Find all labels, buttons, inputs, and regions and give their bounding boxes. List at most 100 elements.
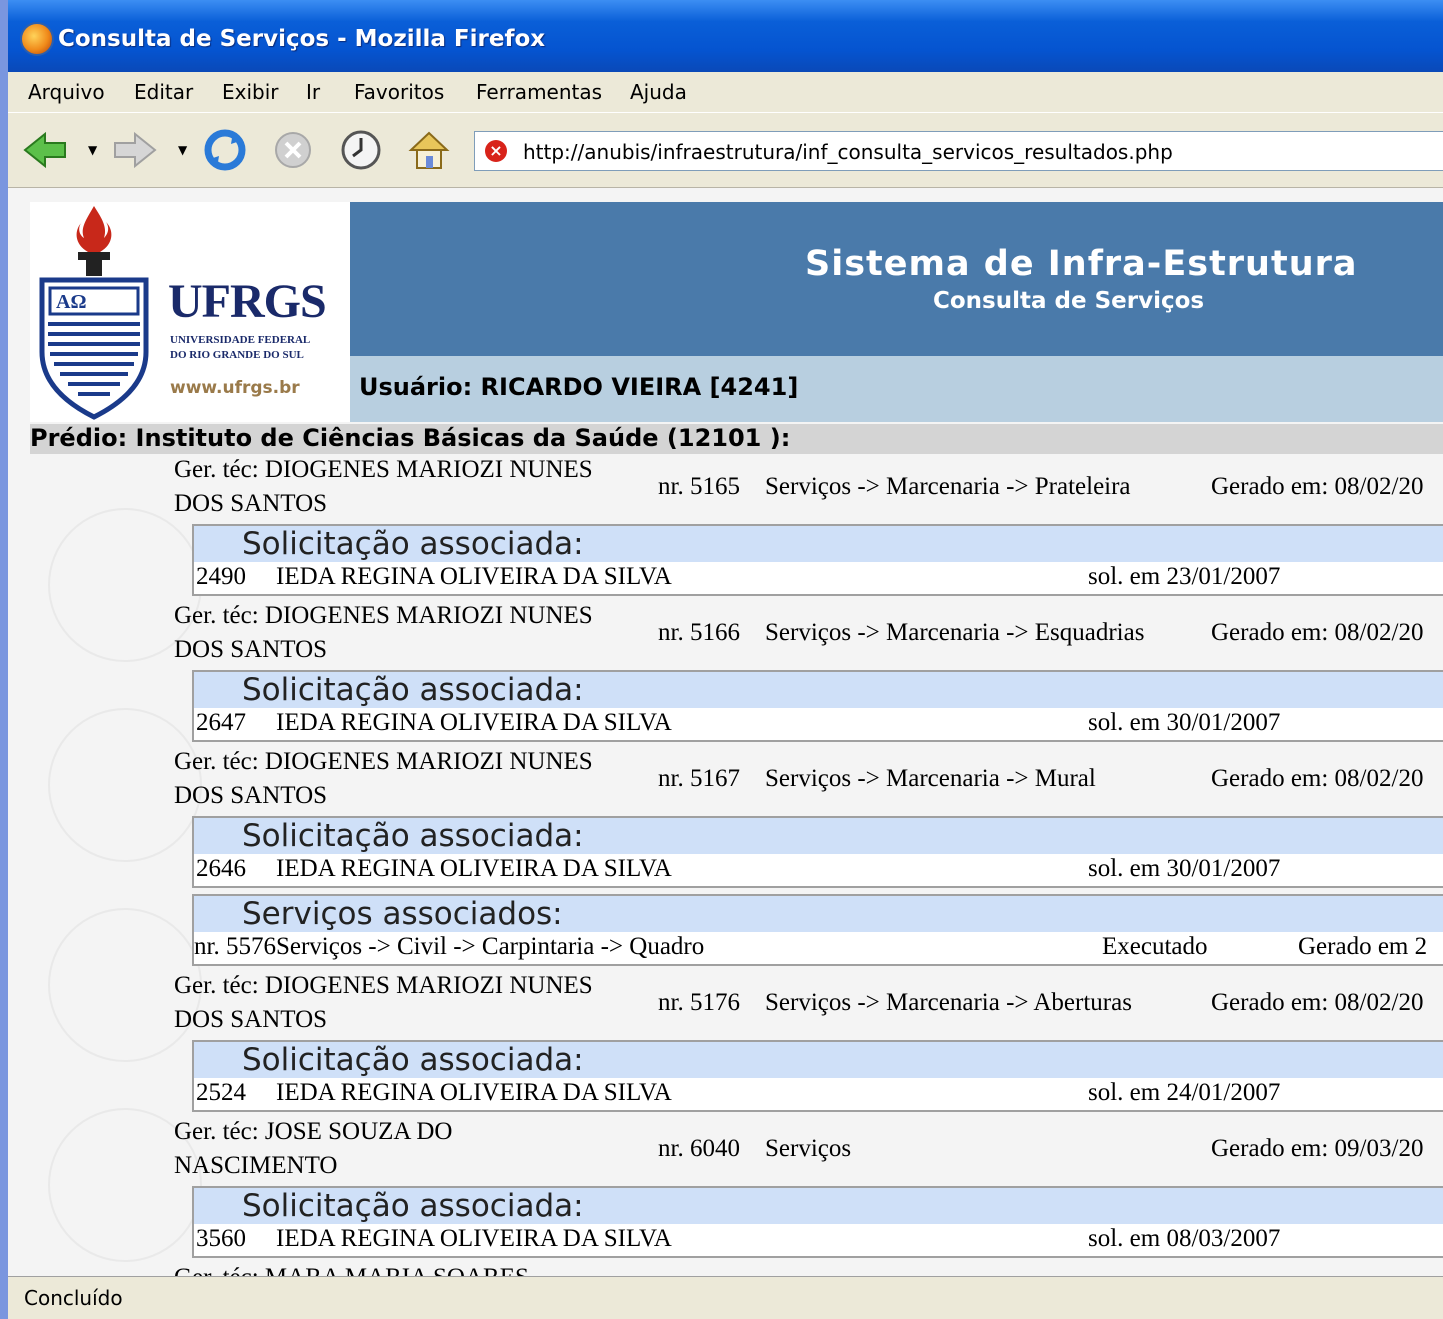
request-number: 2646 xyxy=(196,855,246,882)
service-path: Serviços -> Marcenaria -> Esquadrias xyxy=(765,619,1145,646)
system-title: Sistema de Infra-Estrutura xyxy=(805,244,1358,284)
error-icon: × xyxy=(485,140,507,162)
logo-name: UFRGS xyxy=(168,275,327,328)
associated-request-label: Solicitação associada: xyxy=(242,672,584,708)
associated-request-row[interactable]: 2647 IEDA REGINA OLIVEIRA DA SILVA sol. … xyxy=(194,708,1443,740)
associated-request-header: Solicitação associada: xyxy=(194,818,1443,854)
service-generated-date: Gerado em: 08/02/20 xyxy=(1211,989,1424,1016)
forward-dropdown-icon[interactable]: ▼ xyxy=(178,143,188,157)
associated-request-header: Solicitação associada: xyxy=(194,1042,1443,1078)
firefox-icon xyxy=(20,22,54,56)
window-title: Consulta de Serviços - Mozilla Firefox xyxy=(58,26,546,52)
menu-bar: Arquivo Editar Exibir Ir Favoritos Ferra… xyxy=(8,72,1443,113)
associated-request-row[interactable]: 2490 IEDA REGINA OLIVEIRA DA SILVA sol. … xyxy=(194,562,1443,594)
logo-line1: UNIVERSIDADE FEDERAL xyxy=(170,334,311,346)
associated-service-path: nr. 5576Serviços -> Civil -> Carpintaria… xyxy=(194,933,705,960)
menu-exibir[interactable]: Exibir xyxy=(222,80,279,104)
address-bar[interactable]: × http://anubis/infraestrutura/inf_consu… xyxy=(474,131,1443,171)
back-dropdown-icon[interactable]: ▼ xyxy=(88,143,98,157)
user-bar: Usuário: RICARDO VIEIRA [4241] xyxy=(350,356,1443,422)
technician-name-cont: NASCIMENTO xyxy=(174,1152,338,1179)
menu-favoritos[interactable]: Favoritos xyxy=(354,80,444,104)
service-path: Serviços -> Marcenaria -> Mural xyxy=(765,765,1096,792)
request-number: 3560 xyxy=(196,1225,246,1252)
svg-text:AΩ: AΩ xyxy=(56,291,86,313)
associated-request-label: Solicitação associada: xyxy=(242,818,584,854)
service-path: Serviços xyxy=(765,1135,852,1162)
technician-name: Ger. téc: DIOGENES MARIOZI NUNES xyxy=(174,972,593,999)
menu-ferramentas[interactable]: Ferramentas xyxy=(476,80,602,104)
ufrgs-logo: AΩ UFRGS UNIVERSIDADE FEDERAL DO RIO GRA… xyxy=(30,202,350,422)
requester-name: IEDA REGINA OLIVEIRA DA SILVA xyxy=(276,1225,672,1252)
service-generated-date: Gerado em: 09/03/20 xyxy=(1211,1135,1424,1162)
back-arrow-icon[interactable] xyxy=(22,127,68,173)
requester-name: IEDA REGINA OLIVEIRA DA SILVA xyxy=(276,855,672,882)
request-number: 2524 xyxy=(196,1079,246,1106)
associated-request-label: Solicitação associada: xyxy=(242,526,584,562)
menu-arquivo[interactable]: Arquivo xyxy=(28,80,105,104)
home-icon[interactable] xyxy=(406,127,452,173)
service-number[interactable]: nr. 5165 xyxy=(658,473,740,501)
service-generated-date: Gerado em: 08/02/20 xyxy=(1211,765,1424,792)
title-bar: Consulta de Serviços - Mozilla Firefox xyxy=(8,0,1443,72)
associated-services: Serviços associados: nr. 5576Serviços ->… xyxy=(192,894,1443,966)
associated-request: Solicitação associada: 2524 IEDA REGINA … xyxy=(192,1040,1443,1112)
logo-site: www.ufrgs.br xyxy=(170,378,300,398)
stop-icon[interactable] xyxy=(270,127,316,173)
menu-editar[interactable]: Editar xyxy=(134,80,193,104)
request-date: sol. em 24/01/2007 xyxy=(1088,1079,1281,1106)
service-path: Serviços -> Marcenaria -> Aberturas xyxy=(765,989,1132,1016)
associated-request-header: Solicitação associada: xyxy=(194,526,1443,562)
forward-arrow-icon[interactable] xyxy=(112,127,158,173)
service-generated-date: Gerado em: 08/02/20 xyxy=(1211,619,1424,646)
associated-request-row[interactable]: 3560 IEDA REGINA OLIVEIRA DA SILVA sol. … xyxy=(194,1224,1443,1256)
menu-ir[interactable]: Ir xyxy=(306,80,320,104)
request-date: sol. em 23/01/2007 xyxy=(1088,563,1281,590)
building-title: Prédio: Instituto de Ciências Básicas da… xyxy=(30,424,791,452)
associated-service-status: Executado xyxy=(1102,933,1208,960)
technician-name: Ger. téc: JOSE SOUZA DO xyxy=(174,1118,453,1145)
associated-request-label: Solicitação associada: xyxy=(242,1042,584,1078)
associated-request: Solicitação associada: 2646 IEDA REGINA … xyxy=(192,816,1443,888)
address-input[interactable]: http://anubis/infraestrutura/inf_consult… xyxy=(523,140,1173,164)
requester-name: IEDA REGINA OLIVEIRA DA SILVA xyxy=(276,1079,672,1106)
technician-name-partial: Ger. téc: MARA MARIA SOARES xyxy=(174,1264,529,1276)
service-generated-date: Gerado em: 08/02/20 xyxy=(1211,473,1424,500)
associated-request-header: Solicitação associada: xyxy=(194,1188,1443,1224)
associated-request: Solicitação associada: 3560 IEDA REGINA … xyxy=(192,1186,1443,1258)
technician-name-cont: DOS SANTOS xyxy=(174,1006,328,1033)
status-text: Concluído xyxy=(24,1286,123,1310)
associated-request: Solicitação associada: 2490 IEDA REGINA … xyxy=(192,524,1443,596)
menu-ajuda[interactable]: Ajuda xyxy=(630,80,687,104)
associated-request-header: Solicitação associada: xyxy=(194,672,1443,708)
associated-request-row[interactable]: 2646 IEDA REGINA OLIVEIRA DA SILVA sol. … xyxy=(194,854,1443,886)
technician-name: Ger. téc: DIOGENES MARIOZI NUNES xyxy=(174,456,593,483)
request-number: 2647 xyxy=(196,709,246,736)
technician-name: Ger. téc: DIOGENES MARIOZI NUNES xyxy=(174,748,593,775)
requester-name: IEDA REGINA OLIVEIRA DA SILVA xyxy=(276,709,672,736)
technician-name: Ger. téc: DIOGENES MARIOZI NUNES xyxy=(174,602,593,629)
technician-name-cont: DOS SANTOS xyxy=(174,636,328,663)
reload-icon[interactable] xyxy=(202,127,248,173)
header-banner: Sistema de Infra-Estrutura Consulta de S… xyxy=(350,202,1443,356)
associated-service-row[interactable]: nr. 5576Serviços -> Civil -> Carpintaria… xyxy=(194,932,1443,964)
technician-name-cont: DOS SANTOS xyxy=(174,782,328,809)
service-number[interactable]: nr. 6040 xyxy=(658,1135,740,1163)
building-heading: Prédio: Instituto de Ciências Básicas da… xyxy=(30,424,1443,454)
service-number[interactable]: nr. 5176 xyxy=(658,989,740,1017)
service-number[interactable]: nr. 5167 xyxy=(658,765,740,793)
history-clock-icon[interactable] xyxy=(338,127,384,173)
associated-request: Solicitação associada: 2647 IEDA REGINA … xyxy=(192,670,1443,742)
logo-line2: DO RIO GRANDE DO SUL xyxy=(170,349,304,361)
service-number[interactable]: nr. 5166 xyxy=(658,619,740,647)
associated-request-row[interactable]: 2524 IEDA REGINA OLIVEIRA DA SILVA sol. … xyxy=(194,1078,1443,1110)
associated-request-label: Solicitação associada: xyxy=(242,1188,584,1224)
navigation-toolbar: ▼ ▼ × http://anubis/infraestrutura/inf_c… xyxy=(8,113,1443,188)
technician-name-cont: DOS SANTOS xyxy=(174,490,328,517)
browser-window: Consulta de Serviços - Mozilla Firefox A… xyxy=(8,0,1443,1319)
associated-services-label: Serviços associados: xyxy=(242,896,563,932)
request-number: 2490 xyxy=(196,563,246,590)
request-date: sol. em 08/03/2007 xyxy=(1088,1225,1281,1252)
page-content: AΩ UFRGS UNIVERSIDADE FEDERAL DO RIO GRA… xyxy=(8,188,1443,1276)
request-date: sol. em 30/01/2007 xyxy=(1088,855,1281,882)
